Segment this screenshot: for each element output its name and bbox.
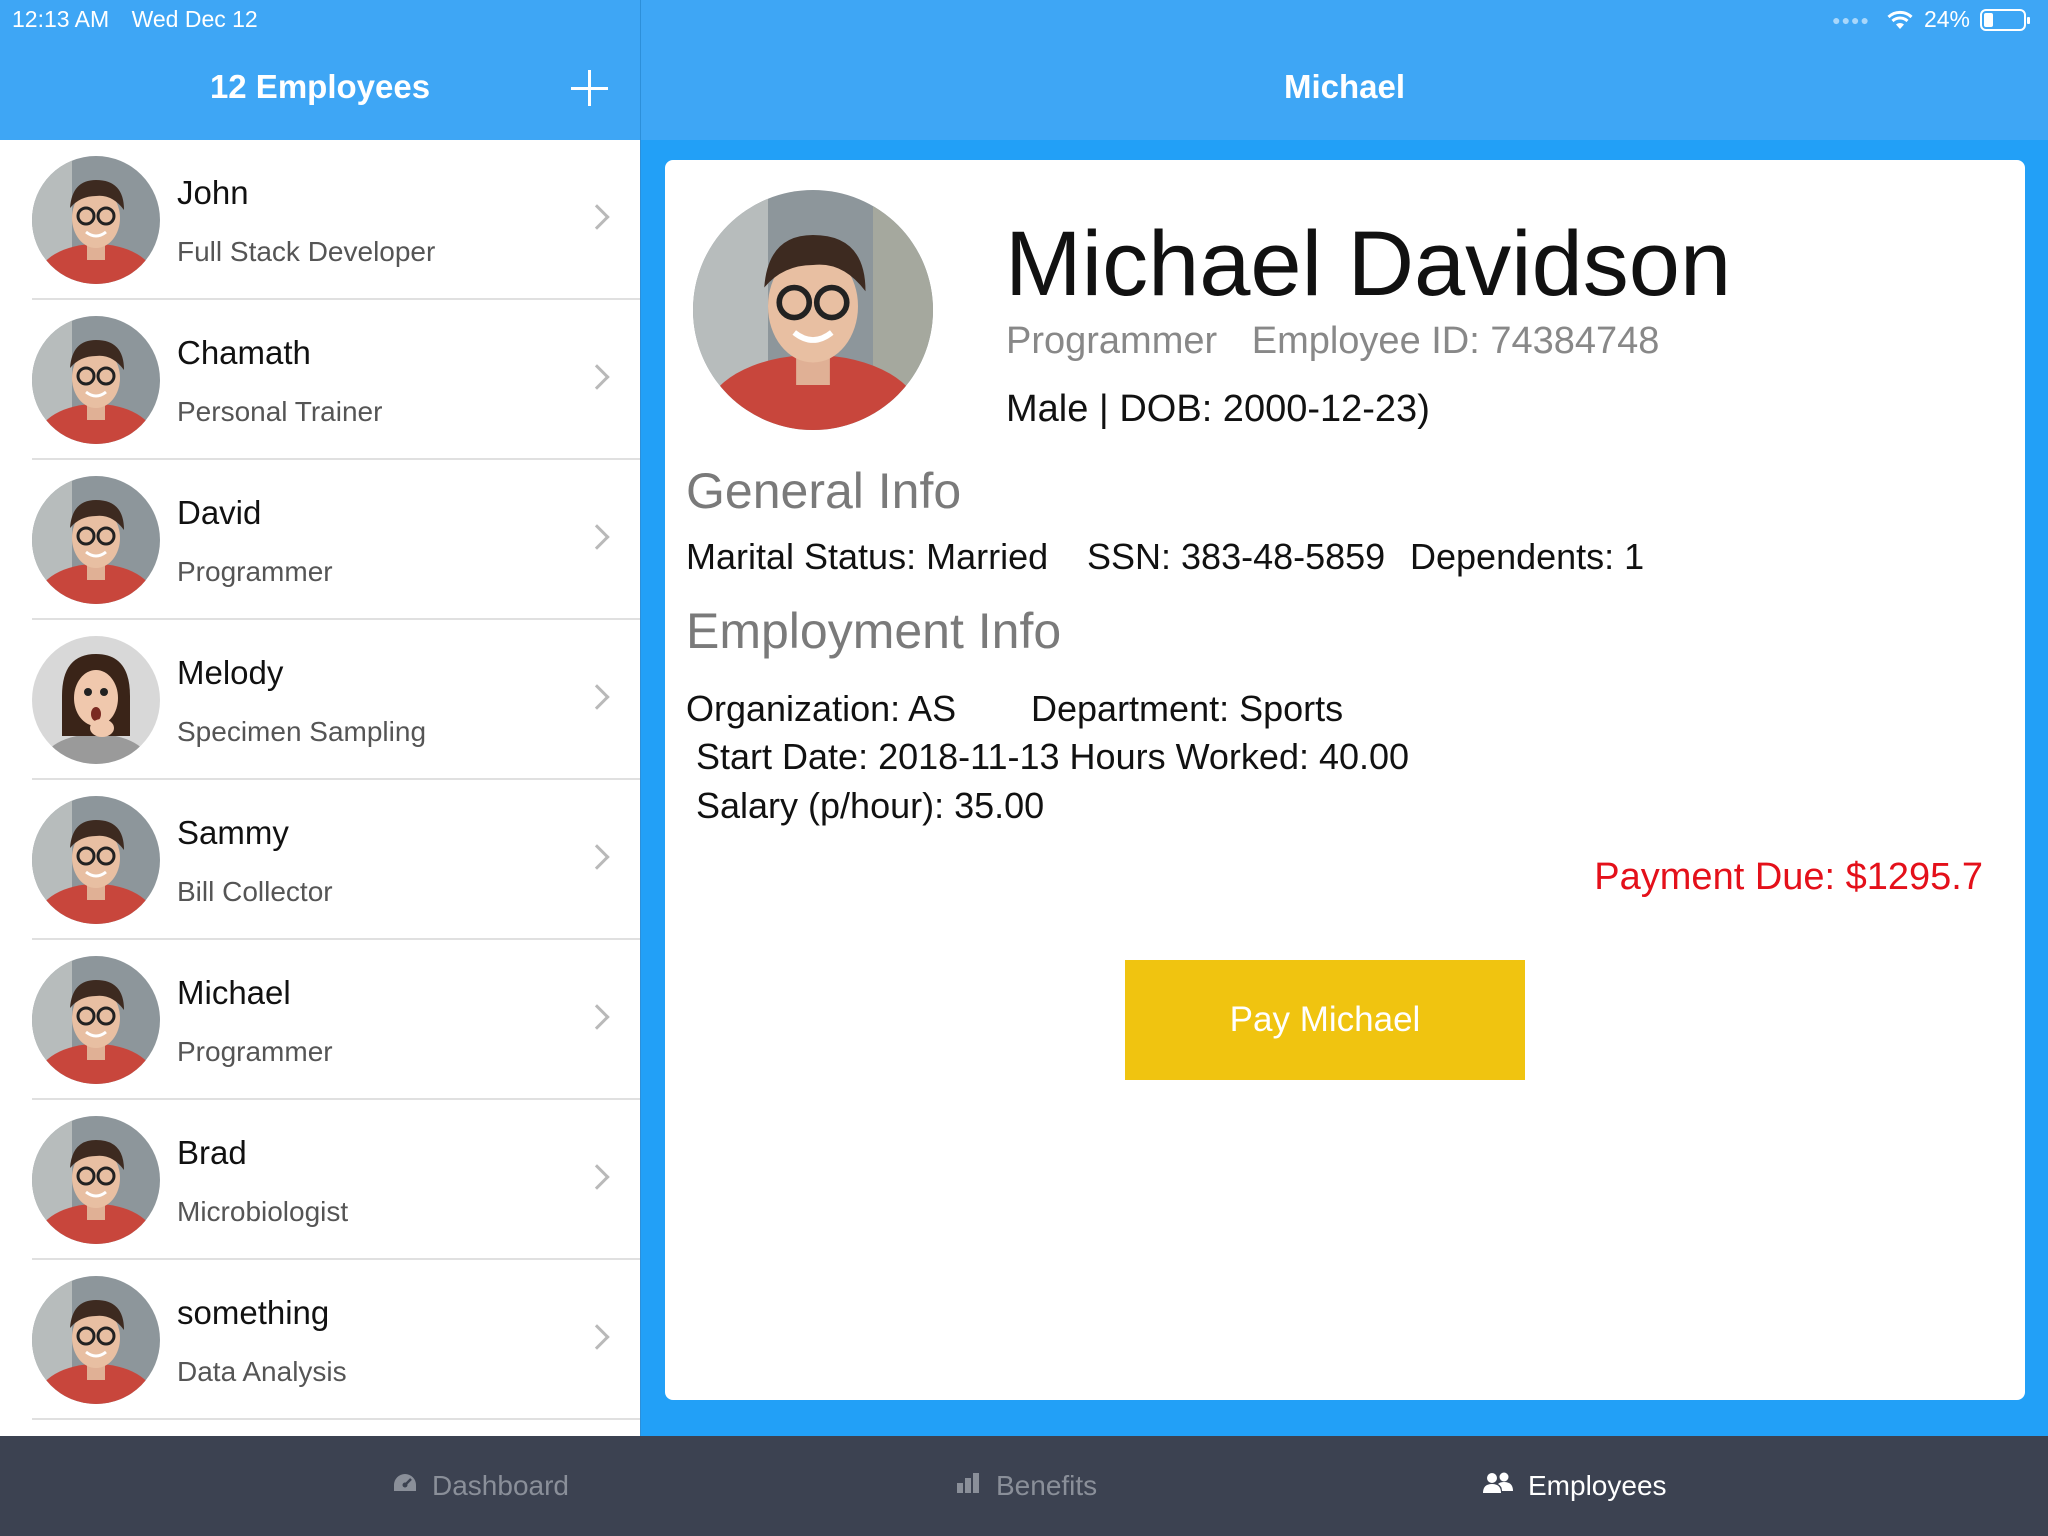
avatar — [32, 796, 160, 924]
tab-label: Benefits — [996, 1470, 1098, 1501]
tab-bar: Dashboard Benefits Employees — [0, 1436, 2048, 1536]
employee-role: Bill Collector — [177, 876, 333, 907]
status-bar-left: 12:13 AM Wed Dec 12 — [12, 6, 274, 33]
avatar — [32, 636, 160, 764]
status-date: Wed Dec 12 — [131, 6, 258, 32]
avatar — [32, 476, 160, 604]
wifi-icon — [1887, 10, 1913, 29]
employee-role: Full Stack Developer — [177, 236, 436, 267]
employee-role: Programmer — [177, 556, 333, 587]
employee-name: Michael — [177, 974, 291, 1011]
chevron-right-icon — [584, 684, 610, 710]
employee-gender-dob: Male | DOB: 2000-12-23) — [1006, 388, 1430, 430]
list-item-melody[interactable]: Melody Specimen Sampling — [0, 620, 640, 780]
tab-label: Dashboard — [432, 1470, 569, 1501]
avatar — [32, 1276, 160, 1404]
pay-button[interactable]: Pay Michael — [1125, 960, 1525, 1080]
employee-name: John — [177, 174, 249, 211]
battery-icon — [1980, 8, 2030, 31]
list-item-john[interactable]: John Full Stack Developer — [0, 140, 640, 300]
chevron-right-icon — [584, 204, 610, 230]
ssn: SSN: 383-48-5859 — [1087, 536, 1386, 577]
employee-name: Melody — [177, 654, 284, 691]
chevron-right-icon — [584, 364, 610, 390]
start-date-hours: Start Date: 2018-11-13 Hours Worked: 40.… — [696, 736, 1410, 777]
add-employee-button[interactable] — [568, 68, 612, 112]
employee-role: Programmer — [177, 1036, 333, 1067]
battery-percent: 24% — [1923, 6, 1970, 32]
bar-chart-icon — [956, 1470, 982, 1502]
avatar — [32, 956, 160, 1084]
chevron-right-icon — [584, 524, 610, 550]
employee-position: Programmer — [1006, 320, 1218, 362]
dashboard-icon — [392, 1470, 418, 1502]
chevron-right-icon — [584, 1324, 610, 1350]
employee-name: something — [177, 1294, 330, 1331]
employee-name: Brad — [177, 1134, 247, 1171]
employee-role: Specimen Sampling — [177, 716, 427, 747]
employee-name: David — [177, 494, 262, 531]
list-item-michael[interactable]: Michael Programmer — [0, 940, 640, 1100]
employee-role: Data Analysis — [177, 1356, 347, 1387]
list-title: 12 Employees — [209, 68, 431, 105]
chevron-right-icon — [584, 1164, 610, 1190]
tab-dashboard[interactable]: Dashboard — [392, 1436, 569, 1536]
employee-list: John Full Stack Developer Chamath Person… — [0, 140, 640, 1436]
employee-role: Personal Trainer — [177, 396, 383, 427]
avatar — [32, 156, 160, 284]
general-info-heading: General Info — [686, 463, 962, 519]
chevron-right-icon — [584, 844, 610, 870]
employee-id: Employee ID: 74384748 — [1251, 320, 1660, 362]
department: Department: Sports — [1031, 688, 1344, 729]
people-icon — [1482, 1470, 1514, 1502]
signal-icon: ●●●● — [1832, 11, 1870, 28]
payment-due: Payment Due: $1295.7 — [1594, 856, 1983, 898]
employee-role: Microbiologist — [177, 1196, 349, 1227]
employee-detail-card: Michael Davidson Programmer Employee ID:… — [665, 160, 2025, 1400]
employee-name: Chamath — [177, 334, 311, 371]
detail-title: Michael — [1283, 68, 1406, 105]
list-item-brad[interactable]: Brad Microbiologist — [0, 1100, 640, 1260]
chevron-right-icon — [584, 1004, 610, 1030]
list-item-chamath[interactable]: Chamath Personal Trainer — [0, 300, 640, 460]
list-item-sammy[interactable]: Sammy Bill Collector — [0, 780, 640, 940]
status-time: 12:13 AM — [12, 6, 110, 32]
employee-subline: Programmer Employee ID: 74384748 — [1006, 320, 1659, 363]
list-item-david[interactable]: David Programmer — [0, 460, 640, 620]
employee-full-name: Michael Davidson — [1005, 213, 1732, 315]
employee-photo — [693, 190, 933, 430]
employment-info-heading: Employment Info — [686, 603, 1062, 659]
salary: Salary (p/hour): 35.00 — [696, 785, 1045, 826]
avatar — [32, 1116, 160, 1244]
marital-status: Marital Status: Married — [686, 536, 1049, 577]
tab-benefits[interactable]: Benefits — [956, 1436, 1097, 1536]
divider — [32, 1418, 640, 1420]
list-item-something[interactable]: something Data Analysis — [0, 1260, 640, 1420]
tab-label: Employees — [1528, 1470, 1667, 1501]
employee-name: Sammy — [177, 814, 289, 851]
organization: Organization: AS — [686, 688, 957, 729]
dependents: Dependents: 1 — [1410, 536, 1645, 577]
avatar — [32, 316, 160, 444]
tab-employees[interactable]: Employees — [1482, 1436, 1667, 1536]
status-bar-right: ●●●● 24% — [1832, 6, 2030, 33]
